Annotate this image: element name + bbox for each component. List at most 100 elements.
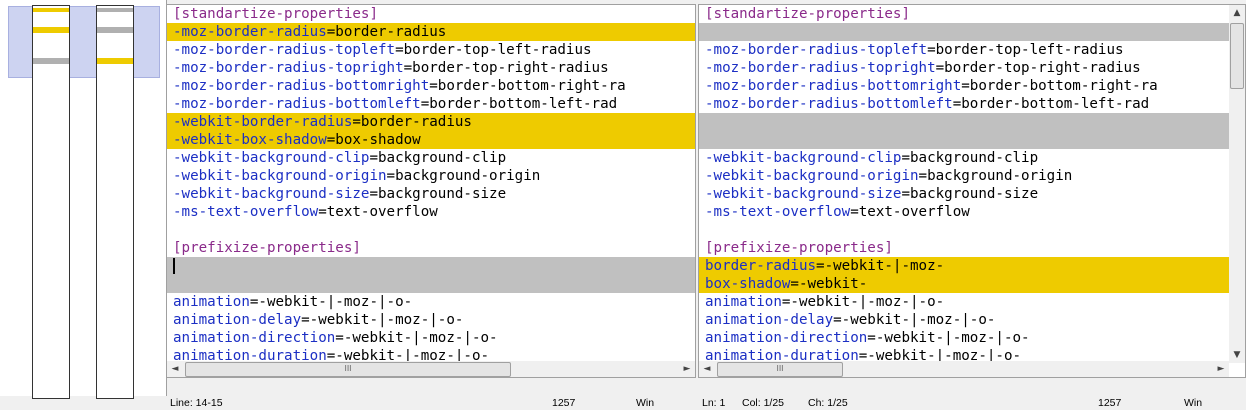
scrollbar-thumb[interactable] (1230, 23, 1244, 89)
code-line[interactable] (173, 221, 689, 239)
scrollbar-thumb[interactable]: III (717, 362, 843, 377)
property-value: border-bottom-right-ra (437, 78, 626, 94)
scroll-left-arrow-icon[interactable]: ◄ (167, 361, 183, 377)
code-line[interactable]: -webkit-background-size=background-size (705, 185, 1227, 203)
property-key: -ms-text-overflow (705, 204, 851, 220)
property-value: text-overflow (326, 204, 438, 220)
equals-sign: = (326, 132, 336, 148)
code-line[interactable]: animation-direction=-webkit-|-moz-|-o- (173, 329, 689, 347)
status-line-number: Ln: 1 (702, 397, 726, 409)
left-horizontal-scrollbar[interactable]: ◄ III ► (167, 361, 695, 377)
equals-sign: = (790, 276, 799, 292)
scrollbar-thumb[interactable]: III (185, 362, 511, 377)
left-file-content[interactable]: [standartize-properties] -moz-border-radi… (167, 5, 695, 377)
property-value: -webkit-|-moz-|-o- (841, 312, 996, 328)
section-header: [prefixize-properties] (173, 240, 361, 256)
code-line[interactable]: animation=-webkit-|-moz-|-o- (705, 293, 1227, 311)
code-line[interactable] (705, 221, 1227, 239)
property-value: -webkit- (798, 276, 868, 292)
scroll-right-arrow-icon[interactable]: ► (679, 361, 695, 377)
code-line[interactable]: [standartize-properties] (173, 5, 689, 23)
code-line[interactable] (167, 275, 695, 293)
left-status-bar: Line: 14-15 1257 Win (166, 396, 696, 410)
code-line[interactable]: -ms-text-overflow=text-overflow (705, 203, 1227, 221)
code-line[interactable]: -moz-border-radius-topright=border-top-r… (705, 59, 1227, 77)
code-line[interactable]: -moz-border-radius=border-radius (167, 23, 695, 41)
code-line[interactable]: -webkit-background-origin=background-ori… (705, 167, 1227, 185)
property-key: -ms-text-overflow (173, 204, 319, 220)
code-line[interactable]: -webkit-box-shadow=box-shadow (167, 131, 695, 149)
status-char-count: 1257 (1098, 397, 1122, 409)
code-line[interactable] (167, 257, 695, 275)
code-line[interactable] (699, 23, 1245, 41)
status-char: Ch: 1/25 (808, 397, 848, 409)
code-line[interactable]: animation=-webkit-|-moz-|-o- (173, 293, 689, 311)
right-horizontal-scrollbar[interactable]: ◄ III ► (699, 361, 1229, 377)
code-line[interactable]: animation-delay=-webkit-|-moz-|-o- (173, 311, 689, 329)
scroll-right-arrow-icon[interactable]: ► (1213, 361, 1229, 377)
code-line[interactable]: animation-direction=-webkit-|-moz-|-o- (705, 329, 1227, 347)
scroll-down-arrow-icon[interactable]: ▼ (1229, 347, 1245, 363)
property-key: animation-direction (705, 330, 868, 346)
code-line[interactable]: border-radius=-webkit-|-moz- (699, 257, 1245, 275)
equals-sign: = (301, 312, 310, 328)
overview-viewport-indicator[interactable] (8, 6, 160, 78)
scroll-up-arrow-icon[interactable]: ▲ (1229, 5, 1245, 21)
code-line[interactable]: [prefixize-properties] (173, 239, 689, 257)
property-value: border-radius (360, 114, 472, 130)
code-line[interactable]: -webkit-border-radius=border-radius (167, 113, 695, 131)
property-key: -webkit-background-size (705, 186, 902, 202)
right-vertical-scrollbar[interactable]: ▲ ▼ (1229, 5, 1245, 363)
code-line[interactable]: -webkit-background-clip=background-clip (705, 149, 1227, 167)
diff-marker (33, 8, 69, 12)
property-value: -webkit-|-moz-|-o- (790, 294, 945, 310)
diff-marker (97, 27, 133, 33)
right-file-overview-bar[interactable] (96, 5, 134, 399)
property-key: -moz-border-radius-topleft (705, 42, 928, 58)
left-file-overview-bar[interactable] (32, 5, 70, 399)
equals-sign: = (369, 150, 379, 166)
code-line[interactable]: [prefixize-properties] (705, 239, 1227, 257)
code-line[interactable]: -moz-border-radius-bottomleft=border-bot… (705, 95, 1227, 113)
property-key: -moz-border-radius-bottomleft (173, 96, 421, 112)
right-file-content[interactable]: [standartize-properties] -moz-border-radi… (699, 5, 1245, 377)
property-value: -webkit-|-moz-|-o- (343, 330, 498, 346)
right-file-pane[interactable]: [standartize-properties] -moz-border-radi… (698, 4, 1246, 378)
equals-sign: = (403, 60, 413, 76)
equals-sign: = (429, 78, 438, 94)
property-value: -webkit-|-moz-|-o- (875, 330, 1030, 346)
equals-sign: = (395, 42, 404, 58)
property-value: border-bottom-right-ra (969, 78, 1158, 94)
code-line[interactable] (699, 113, 1245, 131)
property-key: -moz-border-radius-topright (705, 60, 936, 76)
equals-sign: = (927, 42, 936, 58)
code-line[interactable]: -webkit-background-clip=background-clip (173, 149, 689, 167)
equals-sign: = (369, 186, 379, 202)
code-line[interactable]: [standartize-properties] (705, 5, 1227, 23)
diff-marker (33, 58, 69, 64)
code-line[interactable]: -moz-border-radius-bottomleft=border-bot… (173, 95, 689, 113)
property-value: background-size (378, 186, 507, 202)
scroll-left-arrow-icon[interactable]: ◄ (699, 361, 715, 377)
code-line[interactable] (699, 131, 1245, 149)
code-line[interactable]: box-shadow=-webkit- (699, 275, 1245, 293)
property-value: background-size (910, 186, 1039, 202)
code-line[interactable]: -moz-border-radius-topleft=border-top-le… (705, 41, 1227, 59)
equals-sign: = (961, 78, 970, 94)
code-line[interactable]: -ms-text-overflow=text-overflow (173, 203, 689, 221)
equals-sign: = (952, 96, 962, 112)
code-line[interactable]: -moz-border-radius-bottomright=border-bo… (173, 77, 689, 95)
location-pane[interactable] (0, 0, 167, 399)
property-key: -moz-border-radius-bottomleft (705, 96, 953, 112)
code-line[interactable]: -webkit-background-origin=background-ori… (173, 167, 689, 185)
code-line[interactable]: -moz-border-radius-topright=border-top-r… (173, 59, 689, 77)
property-key: -moz-border-radius-bottomright (173, 78, 430, 94)
property-key: animation-direction (173, 330, 336, 346)
code-line[interactable]: -webkit-background-size=background-size (173, 185, 689, 203)
code-line[interactable]: -moz-border-radius-bottomright=border-bo… (705, 77, 1227, 95)
left-file-pane[interactable]: [standartize-properties] -moz-border-radi… (166, 4, 696, 378)
code-line[interactable]: animation-delay=-webkit-|-moz-|-o- (705, 311, 1227, 329)
status-line-range: Line: 14-15 (170, 397, 223, 409)
equals-sign: = (901, 150, 911, 166)
code-line[interactable]: -moz-border-radius-topleft=border-top-le… (173, 41, 689, 59)
